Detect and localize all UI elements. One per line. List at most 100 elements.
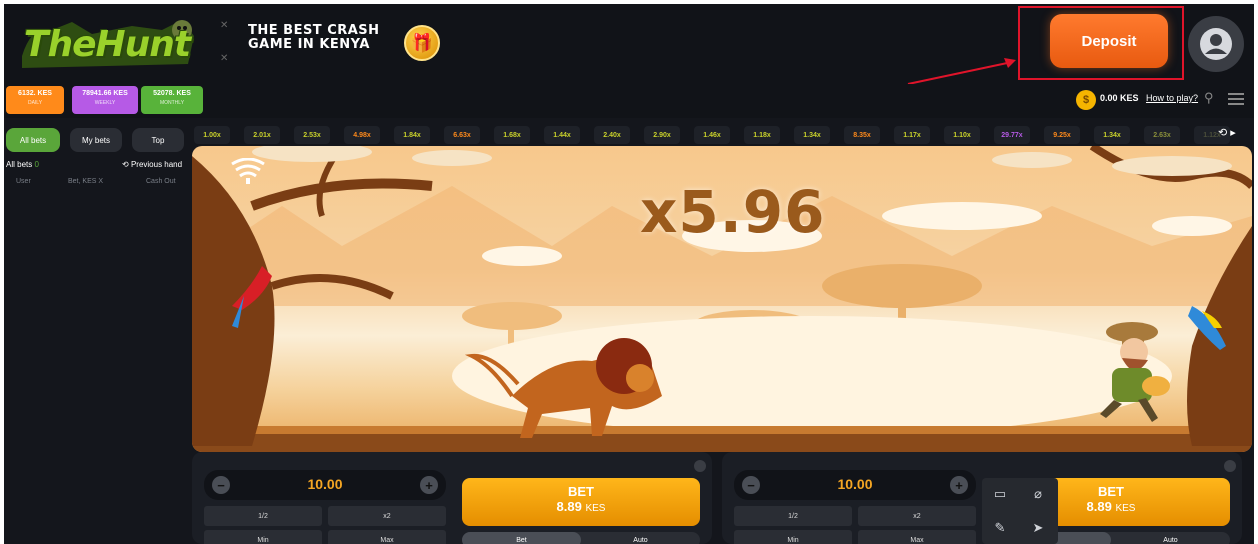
- tagline-line-2: GAME IN KENYA: [248, 37, 370, 52]
- max-button[interactable]: Max: [328, 530, 446, 544]
- bet-currency: KES: [585, 503, 606, 514]
- increase-button[interactable]: +: [950, 476, 968, 494]
- mode-bet-tab[interactable]: Bet: [462, 532, 581, 544]
- jackpot-amount: 52078.: [153, 90, 175, 97]
- max-button[interactable]: Max: [858, 530, 976, 544]
- jackpot-currency: KES: [37, 90, 52, 97]
- avatar[interactable]: [1188, 16, 1244, 72]
- history-multiplier[interactable]: 1.17x: [894, 126, 930, 144]
- bet-amount-value[interactable]: 10.00: [204, 476, 446, 492]
- jackpot-amount: 78941.66: [82, 90, 112, 97]
- history-multiplier[interactable]: 1.34x: [794, 126, 830, 144]
- all-bets-count: All bets 0: [6, 160, 39, 169]
- history-multiplier[interactable]: 1.18x: [744, 126, 780, 144]
- bet-amount: 8.89: [556, 499, 582, 514]
- tab-my-bets[interactable]: My bets: [70, 128, 122, 152]
- tab-all-bets[interactable]: All bets: [6, 128, 60, 152]
- bets-count: 0: [34, 160, 39, 169]
- app-window: TheHunt ✕ ✕ THE BEST CRASH GAME IN KENYA …: [4, 4, 1254, 544]
- balance: 0.00 KES: [1100, 93, 1139, 103]
- history-multiplier[interactable]: 2.01x: [244, 126, 280, 144]
- history-multiplier[interactable]: 6.63x: [444, 126, 480, 144]
- close-panel-icon[interactable]: [694, 460, 706, 472]
- user-icon: [1200, 28, 1232, 60]
- min-button[interactable]: Min: [204, 530, 322, 544]
- bets-sidebar: All bets My bets Top All bets 0 ⟲ Previo…: [4, 122, 188, 544]
- history-multiplier[interactable]: 1.46x: [694, 126, 730, 144]
- half-button[interactable]: 1/2: [734, 506, 852, 526]
- multiplier-history: 1.00x 2.01x 2.53x 4.98x 1.84x 6.63x 1.68x 1.44x…: [194, 126, 1250, 144]
- jackpot-amount: 6132.: [18, 90, 36, 97]
- bet-amount-stepper[interactable]: − 10.00 +: [734, 470, 976, 500]
- history-icon: ⟲: [122, 160, 129, 169]
- history-expand-icon[interactable]: ⟲ ▸: [1218, 126, 1248, 144]
- half-button[interactable]: 1/2: [204, 506, 322, 526]
- history-multiplier[interactable]: 2.40x: [594, 126, 630, 144]
- jackpot-period: WEEKLY: [94, 100, 116, 106]
- logo-text: TheHunt: [23, 24, 191, 65]
- bet-button[interactable]: BET 8.89 KES: [462, 478, 700, 526]
- history-multiplier[interactable]: 29.77x: [994, 126, 1030, 144]
- history-multiplier[interactable]: 9.25x: [1044, 126, 1080, 144]
- history-multiplier[interactable]: 8.35x: [844, 126, 880, 144]
- tab-top[interactable]: Top: [132, 128, 184, 152]
- history-multiplier[interactable]: 1.00x: [194, 126, 230, 144]
- bet-label: BET: [568, 484, 594, 499]
- feather-icon[interactable]: ✎: [990, 518, 1010, 538]
- previous-hand-label: Previous hand: [130, 160, 183, 169]
- logo[interactable]: TheHunt: [12, 16, 202, 74]
- bet-panel-1: − 10.00 + 1/2 x2 Min Max BET 8.89 KES Be…: [192, 452, 712, 544]
- column-cashout: Cash Out: [146, 178, 176, 185]
- share-popup: ▭ ⌀ ✎ ➤: [982, 478, 1058, 544]
- close-panel-icon[interactable]: [1224, 460, 1236, 472]
- history-multiplier[interactable]: 1.10x: [944, 126, 980, 144]
- jackpot-currency: KES: [113, 90, 128, 97]
- menu-icon[interactable]: [1228, 90, 1244, 106]
- history-multiplier[interactable]: 1.84x: [394, 126, 430, 144]
- all-bets-label: All bets: [6, 160, 33, 169]
- mode-switch: Bet Auto: [462, 532, 700, 544]
- mute-icon[interactable]: ⌀: [1028, 484, 1048, 504]
- tagline: THE BEST CRASH GAME IN KENYA: [248, 24, 408, 64]
- jackpot-period: DAILY: [27, 100, 43, 106]
- bet-amount: 8.89: [1086, 499, 1112, 514]
- header-divider: ✕ ✕: [220, 20, 229, 64]
- header: TheHunt ✕ ✕ THE BEST CRASH GAME IN KENYA …: [4, 4, 1254, 85]
- increase-button[interactable]: +: [420, 476, 438, 494]
- min-button[interactable]: Min: [734, 530, 852, 544]
- history-multiplier[interactable]: 2.90x: [644, 126, 680, 144]
- telegram-icon[interactable]: ➤: [1028, 518, 1048, 538]
- history-multiplier[interactable]: 2.53x: [294, 126, 330, 144]
- how-to-play-link[interactable]: How to play?: [1146, 93, 1198, 103]
- current-multiplier: x5.96: [640, 178, 826, 246]
- bet-amount-value[interactable]: 10.00: [734, 476, 976, 492]
- history-multiplier[interactable]: 1.34x: [1094, 126, 1130, 144]
- bet-amount-stepper[interactable]: − 10.00 +: [204, 470, 446, 500]
- jackpot-bar: 6132. KES DAILY 78941.66 KES WEEKLY 5207…: [4, 84, 1254, 118]
- jackpot-monthly[interactable]: 52078. KES MONTHLY: [141, 86, 203, 114]
- double-button[interactable]: x2: [328, 506, 446, 526]
- jackpot-daily[interactable]: 6132. KES DAILY: [6, 86, 64, 114]
- gift-icon[interactable]: 🎁: [404, 25, 440, 61]
- deposit-button[interactable]: Deposit: [1050, 14, 1168, 68]
- double-button[interactable]: x2: [858, 506, 976, 526]
- signal-icon: [228, 157, 268, 188]
- coin-icon: $: [1076, 90, 1096, 110]
- previous-hand-button[interactable]: ⟲ Previous hand: [122, 160, 182, 169]
- mode-auto-tab[interactable]: Auto: [1111, 532, 1230, 544]
- chat-icon[interactable]: ⚲: [1204, 90, 1220, 106]
- game-canvas: x5.96: [192, 146, 1252, 452]
- jackpot-weekly[interactable]: 78941.66 KES WEEKLY: [72, 86, 138, 114]
- history-multiplier[interactable]: 4.98x: [344, 126, 380, 144]
- column-bet: Bet, KES X: [68, 178, 104, 185]
- history-multiplier[interactable]: 1.68x: [494, 126, 530, 144]
- annotation-arrow: [907, 58, 1016, 85]
- jackpot-period: MONTHLY: [159, 100, 185, 106]
- column-user: User: [16, 178, 31, 185]
- bet-currency: KES: [1115, 503, 1136, 514]
- mode-auto-tab[interactable]: Auto: [581, 532, 700, 544]
- history-multiplier[interactable]: 1.44x: [544, 126, 580, 144]
- jackpot-currency: KES: [176, 90, 191, 97]
- screen-icon[interactable]: ▭: [990, 484, 1010, 504]
- history-multiplier[interactable]: 2.63x: [1144, 126, 1180, 144]
